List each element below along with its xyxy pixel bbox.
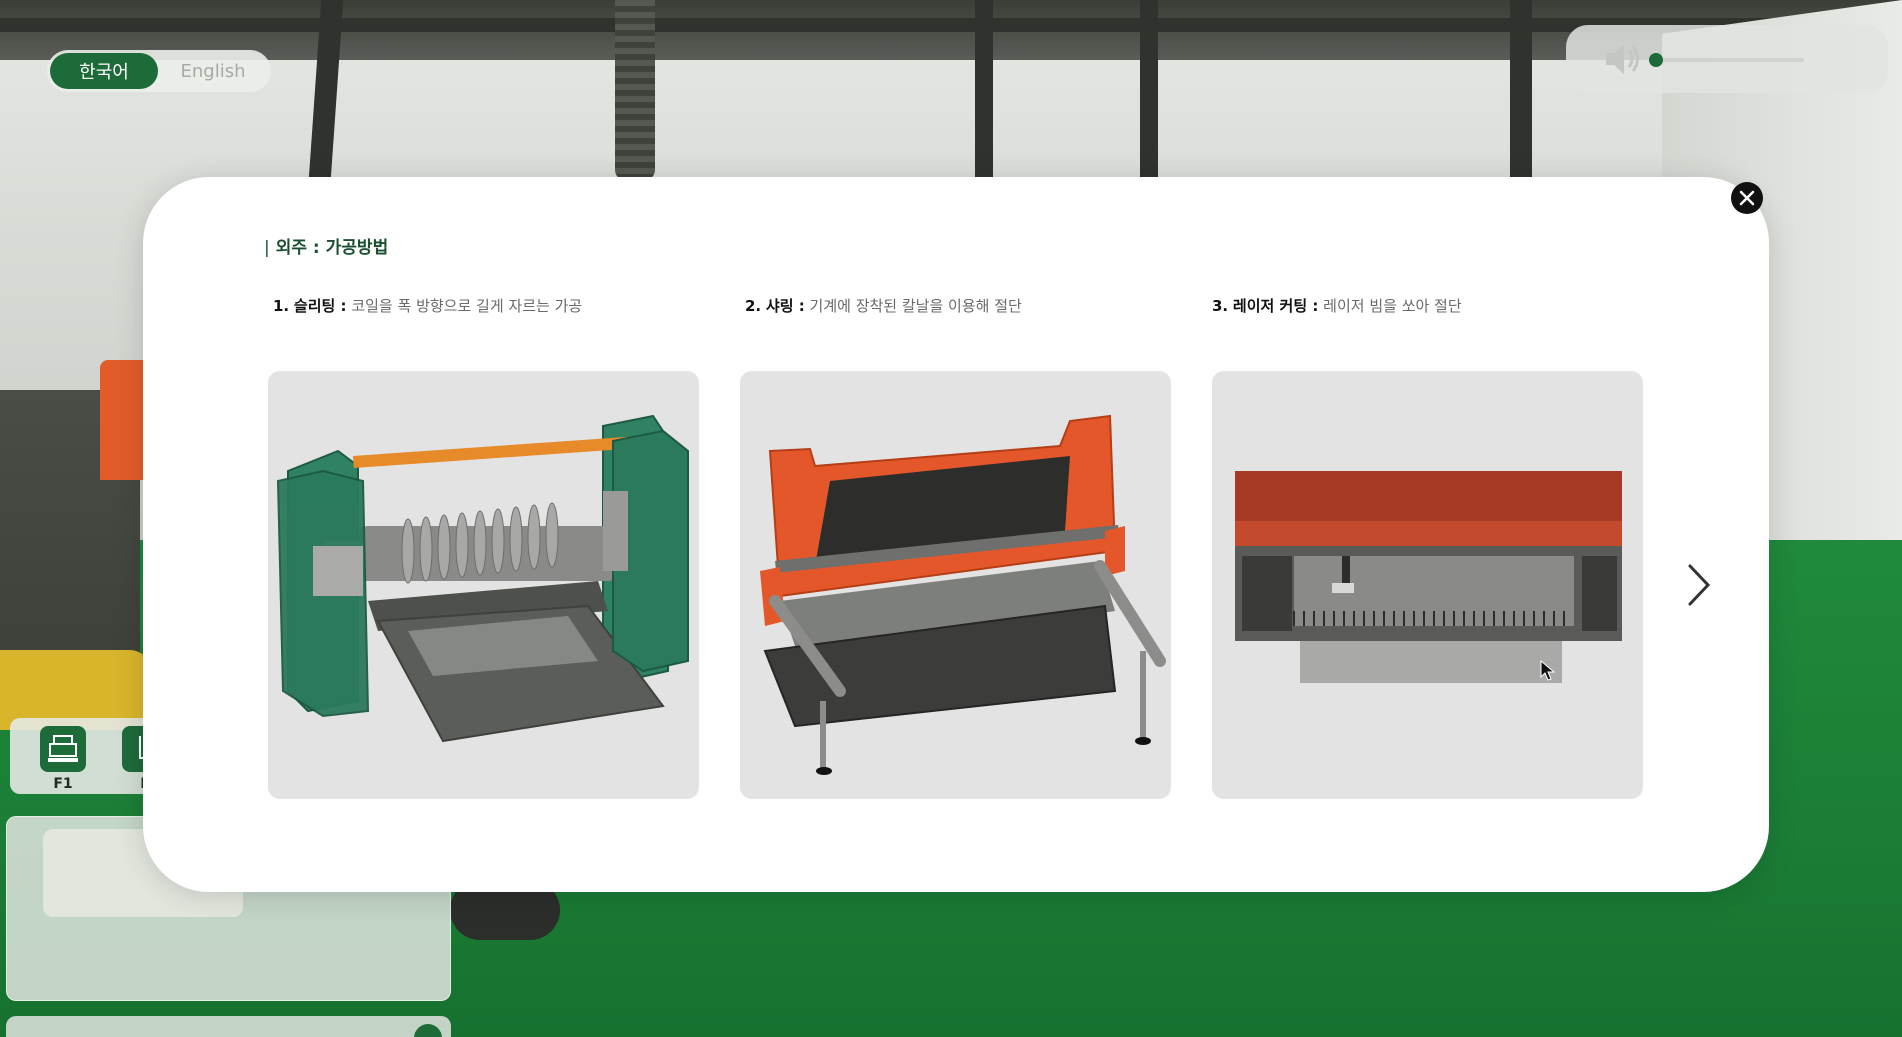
ceiling-beam xyxy=(1140,0,1158,180)
method-caption-shearing: 2. 샤링 : 기계에 장착된 칼날을 이용해 절단 xyxy=(745,295,1022,316)
close-button[interactable] xyxy=(1731,182,1763,214)
chat-input[interactable] xyxy=(6,1016,451,1037)
floor-selector: F1 F xyxy=(10,718,168,794)
method-caption-laser: 3. 레이저 커팅 : 레이저 빔을 쏘아 절단 xyxy=(1212,295,1462,316)
slitting-machine-image xyxy=(276,414,689,743)
modal-title: | 외주 : 가공방법 xyxy=(264,233,388,258)
slitting-machine-card xyxy=(268,371,699,799)
method-description: 레이저 빔을 쏘아 절단 xyxy=(1323,297,1462,315)
volume-control xyxy=(1566,25,1888,93)
mouse-cursor-icon xyxy=(1540,660,1556,681)
method-description: 코일을 폭 방향으로 길게 자르는 가공 xyxy=(351,297,583,315)
floor-label-f1: F1 xyxy=(53,776,73,792)
close-icon xyxy=(1739,190,1755,206)
machine-icon xyxy=(48,735,78,762)
send-icon[interactable] xyxy=(414,1024,442,1037)
laser-cutting-machine-card xyxy=(1212,371,1643,799)
shearing-machine-image xyxy=(760,414,1166,775)
lang-english-button[interactable]: English xyxy=(158,53,268,89)
title-bar-decoration: | xyxy=(264,238,270,258)
method-name: 슬리팅 : xyxy=(293,297,347,315)
method-description: 기계에 장착된 칼날을 이용해 절단 xyxy=(809,297,1022,315)
method-caption-slitting: 1. 슬리팅 : 코일을 폭 방향으로 길게 자르는 가공 xyxy=(273,295,582,316)
volume-slider[interactable] xyxy=(1649,53,1804,67)
method-number: 3. xyxy=(1212,297,1229,315)
lang-korean-button[interactable]: 한국어 xyxy=(50,53,158,89)
speaker-icon[interactable] xyxy=(1602,39,1646,79)
ceiling-beam xyxy=(1510,0,1532,180)
shearing-machine-card xyxy=(740,371,1171,799)
modal-title-text: 외주 : 가공방법 xyxy=(275,238,389,258)
method-name: 레이저 커팅 : xyxy=(1232,297,1319,315)
volume-thumb[interactable] xyxy=(1649,53,1663,67)
chevron-right-icon[interactable] xyxy=(1680,560,1716,610)
ceiling-beam xyxy=(975,0,993,180)
laser-cutting-machine-image xyxy=(1235,471,1622,683)
language-toggle: 한국어 English xyxy=(47,50,271,92)
method-number: 1. xyxy=(273,297,290,315)
method-number: 2. xyxy=(745,297,762,315)
method-name: 샤링 : xyxy=(765,297,805,315)
ventilation-duct xyxy=(615,0,655,180)
floor-button-f1[interactable] xyxy=(40,726,86,772)
